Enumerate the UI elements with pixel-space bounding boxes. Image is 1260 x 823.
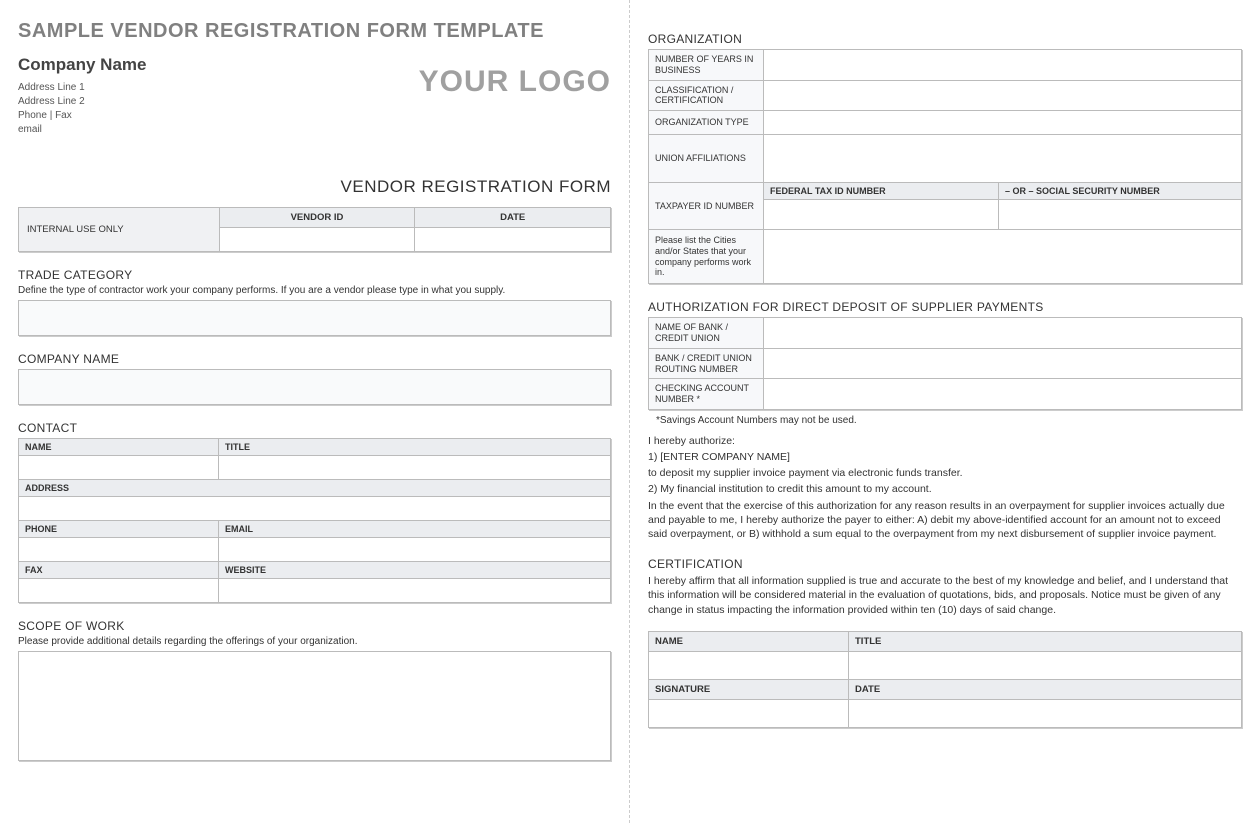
contact-email-header: EMAIL <box>219 520 611 537</box>
company-block: Company Name Address Line 1 Address Line… <box>18 53 146 137</box>
trade-category-title: TRADE CATEGORY <box>18 268 611 282</box>
contact-fax-input[interactable] <box>19 578 219 602</box>
company-name-input[interactable] <box>18 369 611 405</box>
cert-title-header: TITLE <box>849 631 1242 651</box>
contact-table: NAME TITLE ADDRESS PHONE EMAIL FAX WEBSI… <box>18 438 611 603</box>
union-input[interactable] <box>764 135 1242 183</box>
fed-tax-header: FEDERAL TAX ID NUMBER <box>764 183 999 200</box>
contact-email-input[interactable] <box>219 537 611 561</box>
scope-sub: Please provide additional details regard… <box>18 636 611 647</box>
address-line-1: Address Line 1 <box>18 81 146 95</box>
contact-address-header: ADDRESS <box>19 479 611 496</box>
page-1: SAMPLE VENDOR REGISTRATION FORM TEMPLATE… <box>0 0 630 823</box>
internal-use-label: INTERNAL USE ONLY <box>19 207 220 251</box>
organization-title: ORGANIZATION <box>648 32 1242 46</box>
trade-category-sub: Define the type of contractor work your … <box>18 285 611 296</box>
routing-label: BANK / CREDIT UNION ROUTING NUMBER <box>649 348 764 379</box>
checking-input[interactable] <box>764 379 1242 410</box>
fed-tax-input[interactable] <box>764 200 999 230</box>
taxpayer-label: TAXPAYER ID NUMBER <box>649 183 764 230</box>
or-ssn-header: – OR – SOCIAL SECURITY NUMBER <box>999 183 1242 200</box>
internal-use-table: INTERNAL USE ONLY VENDOR ID DATE <box>18 207 611 252</box>
hereby-text: I hereby authorize: <box>648 434 1242 448</box>
contact-name-header: NAME <box>19 438 219 455</box>
savings-note: *Savings Account Numbers may not be used… <box>656 415 1242 426</box>
contact-address-input[interactable] <box>19 496 611 520</box>
company-name-title: COMPANY NAME <box>18 352 611 366</box>
scope-input[interactable] <box>18 651 611 761</box>
ssn-input[interactable] <box>999 200 1242 230</box>
page-2: ORGANIZATION NUMBER OF YEARS IN BUSINESS… <box>630 0 1260 823</box>
contact-title: CONTACT <box>18 421 611 435</box>
certification-title: CERTIFICATION <box>648 557 1242 571</box>
letterhead: Company Name Address Line 1 Address Line… <box>18 53 611 137</box>
bank-label: NAME OF BANK / CREDIT UNION <box>649 318 764 349</box>
years-input[interactable] <box>764 50 1242 81</box>
cert-signature-header: SIGNATURE <box>649 679 849 699</box>
auth-line-1b: to deposit my supplier invoice payment v… <box>648 466 1242 480</box>
routing-input[interactable] <box>764 348 1242 379</box>
contact-fax-header: FAX <box>19 561 219 578</box>
cert-date-header: DATE <box>849 679 1242 699</box>
cert-name-input[interactable] <box>649 651 849 679</box>
document-title: SAMPLE VENDOR REGISTRATION FORM TEMPLATE <box>18 20 611 43</box>
auth-line-3: In the event that the exercise of this a… <box>648 499 1242 542</box>
trade-category-input[interactable] <box>18 300 611 336</box>
auth-line-1: 1) [ENTER COMPANY NAME] <box>648 450 1242 464</box>
authorization-text: I hereby authorize: 1) [ENTER COMPANY NA… <box>648 434 1242 541</box>
date-header: DATE <box>415 207 611 227</box>
cert-date-input[interactable] <box>849 699 1242 727</box>
checking-label: CHECKING ACCOUNT NUMBER * <box>649 379 764 410</box>
bank-input[interactable] <box>764 318 1242 349</box>
contact-phone-input[interactable] <box>19 537 219 561</box>
certification-text: I hereby affirm that all information sup… <box>648 574 1242 617</box>
scope-title: SCOPE OF WORK <box>18 619 611 633</box>
contact-name-input[interactable] <box>19 455 219 479</box>
auth-line-2: 2) My financial institution to credit th… <box>648 482 1242 496</box>
classification-input[interactable] <box>764 80 1242 111</box>
cert-signature-input[interactable] <box>649 699 849 727</box>
phone-fax: Phone | Fax <box>18 109 146 123</box>
logo-placeholder: YOUR LOGO <box>419 65 611 99</box>
years-label: NUMBER OF YEARS IN BUSINESS <box>649 50 764 81</box>
form-title: VENDOR REGISTRATION FORM <box>18 177 611 197</box>
signature-table: NAME TITLE SIGNATURE DATE <box>648 631 1242 728</box>
authorization-title: AUTHORIZATION FOR DIRECT DEPOSIT OF SUPP… <box>648 300 1242 314</box>
authorization-table: NAME OF BANK / CREDIT UNION BANK / CREDI… <box>648 317 1242 410</box>
email: email <box>18 123 146 137</box>
organization-table: NUMBER OF YEARS IN BUSINESS CLASSIFICATI… <box>648 49 1242 284</box>
contact-website-header: WEBSITE <box>219 561 611 578</box>
cert-title-input[interactable] <box>849 651 1242 679</box>
classification-label: CLASSIFICATION / CERTIFICATION <box>649 80 764 111</box>
address-line-2: Address Line 2 <box>18 95 146 109</box>
cities-label: Please list the Cities and/or States tha… <box>649 230 764 284</box>
contact-phone-header: PHONE <box>19 520 219 537</box>
cert-name-header: NAME <box>649 631 849 651</box>
org-type-input[interactable] <box>764 111 1242 135</box>
vendor-id-header: VENDOR ID <box>219 207 415 227</box>
company-name: Company Name <box>18 53 146 77</box>
contact-title-header: TITLE <box>219 438 611 455</box>
vendor-id-input[interactable] <box>219 227 415 251</box>
org-type-label: ORGANIZATION TYPE <box>649 111 764 135</box>
union-label: UNION AFFILIATIONS <box>649 135 764 183</box>
contact-website-input[interactable] <box>219 578 611 602</box>
date-input[interactable] <box>415 227 611 251</box>
contact-title-input[interactable] <box>219 455 611 479</box>
cities-input[interactable] <box>764 230 1242 284</box>
